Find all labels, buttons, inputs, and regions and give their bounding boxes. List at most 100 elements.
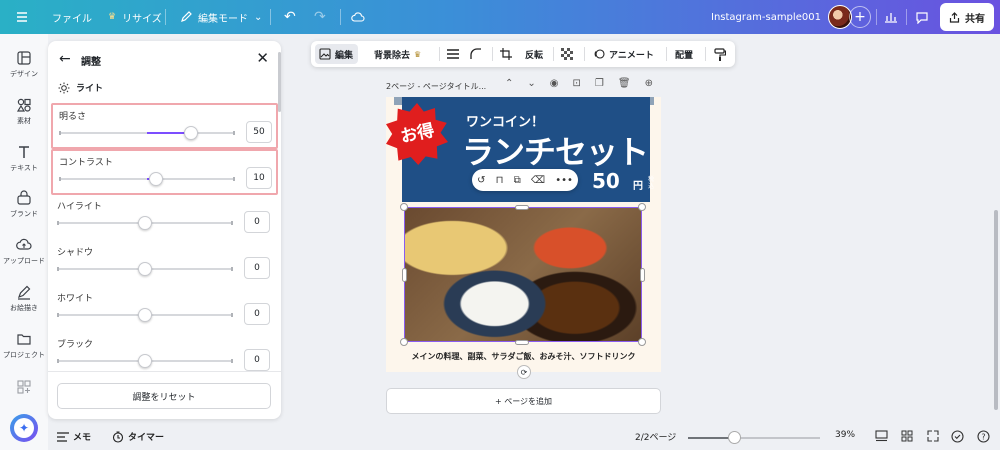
page-count[interactable]: 2/2ページ (635, 430, 676, 443)
position-button[interactable]: 配置 (675, 41, 693, 67)
lunch-photo[interactable] (404, 207, 642, 342)
adjust-slider[interactable] (57, 308, 233, 322)
insights-icon[interactable] (884, 0, 898, 34)
file-menu-label: ファイル (52, 13, 92, 25)
document-title[interactable]: Instagram-sample001 (711, 0, 821, 34)
notes-button[interactable]: メモ (57, 430, 91, 443)
rail-item-draw[interactable]: お絵描き (0, 284, 48, 313)
comment-icon[interactable] (915, 0, 929, 34)
adjust-value-input[interactable]: 0 (244, 257, 270, 279)
edit-mode-menu[interactable]: 編集モード ⌄ (180, 0, 262, 34)
resize-handle[interactable] (515, 205, 529, 210)
rail-item-design[interactable]: デザイン (0, 50, 48, 79)
timer-button[interactable]: タイマー (112, 430, 164, 443)
corner-radius-icon[interactable] (470, 41, 482, 67)
adjust-slider[interactable] (59, 126, 235, 140)
rail-item-apps[interactable] (0, 379, 48, 395)
resize-handle[interactable] (400, 338, 408, 346)
redo-icon[interactable]: ↷ (314, 0, 326, 34)
add-page-button[interactable]: + ページを追加 (386, 388, 661, 414)
border-style-icon[interactable] (447, 41, 459, 67)
adjust-slider-knob[interactable] (138, 262, 152, 276)
resize-handle[interactable] (400, 203, 408, 211)
close-icon[interactable]: ✕ (256, 49, 269, 67)
lunch-set-headline[interactable]: ランチセット (462, 127, 649, 173)
resize-handle[interactable] (515, 340, 529, 345)
resize-handle[interactable] (402, 268, 407, 282)
lock-icon[interactable]: ⊓ (496, 175, 504, 186)
resize-handle[interactable] (638, 338, 646, 346)
transparency-icon[interactable] (561, 41, 573, 67)
undo-icon[interactable]: ↶ (284, 0, 296, 34)
page-count-text: 2/2ページ (635, 433, 677, 443)
reset-adjustments-button[interactable]: 調整をリセット (57, 383, 271, 409)
magic-assistant-button[interactable]: ✦ (10, 414, 38, 442)
rail-item-projects[interactable]: プロジェクト (0, 331, 48, 360)
hamburger-icon[interactable] (16, 0, 28, 34)
share-button[interactable]: 共有 (940, 3, 994, 31)
adjust-slider-knob[interactable] (138, 216, 152, 230)
check-icon[interactable] (951, 430, 964, 446)
adjust-row: シャドウ 0 (51, 241, 278, 287)
edit-image-button[interactable]: 編集 (319, 41, 353, 67)
adjust-value-input[interactable]: 50 (246, 121, 272, 143)
cloud-sync-icon[interactable] (351, 0, 365, 34)
comment-add-icon[interactable]: ↺ (477, 175, 485, 186)
adjust-slider-knob[interactable] (138, 354, 152, 368)
file-menu[interactable]: ファイル (52, 0, 92, 34)
help-icon[interactable]: ? (977, 430, 990, 446)
add-collaborator-icon[interactable]: + (849, 6, 871, 28)
paint-roller-icon[interactable] (714, 41, 726, 67)
lock-icon[interactable]: ⊡ (573, 78, 581, 94)
adjust-value-input[interactable]: 0 (244, 303, 270, 325)
grid-view-icon[interactable] (901, 430, 913, 445)
trash-icon[interactable]: 🗑 (618, 78, 631, 94)
resize-handle[interactable] (638, 203, 646, 211)
canvas-scrollbar[interactable] (994, 210, 998, 410)
crop-icon[interactable] (500, 41, 512, 67)
rail-item-text[interactable]: テキスト (0, 144, 48, 173)
adjust-value-input[interactable]: 0 (244, 349, 270, 371)
adjust-slider[interactable] (59, 172, 235, 186)
back-arrow-icon[interactable]: ← (59, 51, 71, 67)
adjust-slider-knob[interactable] (149, 172, 163, 186)
tax-included-text: 税込 (648, 176, 655, 190)
more-icon[interactable]: ••• (555, 175, 573, 186)
resize-menu[interactable]: ♛ リサイズ (108, 0, 162, 34)
rail-item-brand[interactable]: ブランド (0, 190, 48, 219)
trash-icon[interactable]: ⌫ (531, 175, 545, 186)
zoom-level[interactable]: 39% (835, 430, 855, 440)
menu-caption[interactable]: メインの料理、副菜、サラダご飯、おみそ汁、ソフトドリンク (386, 351, 661, 362)
adjust-slider-knob[interactable] (184, 126, 198, 140)
chevron-up-icon[interactable]: ⌃ (505, 78, 513, 94)
bg-remove-button[interactable]: 背景除去 ♛ (374, 41, 421, 67)
adjust-slider-knob[interactable] (138, 308, 152, 322)
adjust-slider[interactable] (57, 262, 233, 276)
page-view-icon[interactable] (875, 430, 888, 445)
eye-icon[interactable]: ◉ (550, 78, 559, 94)
context-toolbar: 編集 背景除去 ♛ 反転 アニメート 配置 (311, 41, 735, 67)
rail-item-elements[interactable]: 素材 (0, 97, 48, 126)
adjust-slider[interactable] (57, 216, 233, 230)
flip-button[interactable]: 反転 (525, 41, 543, 67)
zoom-slider-knob[interactable] (728, 431, 741, 444)
zoom-slider[interactable] (688, 431, 820, 444)
adjust-value-input[interactable]: 10 (246, 167, 272, 189)
adjust-value-input[interactable]: 0 (244, 211, 270, 233)
fullscreen-icon[interactable] (927, 430, 939, 445)
adjust-slider[interactable] (57, 354, 233, 368)
draw-icon (17, 285, 31, 300)
rail-item-upload[interactable]: アップロード (0, 237, 48, 266)
price-text[interactable]: 50 (592, 169, 620, 193)
animate-button[interactable]: アニメート (593, 41, 654, 67)
rotate-icon[interactable]: ⟳ (517, 365, 531, 379)
animate-icon (594, 49, 605, 59)
resize-handle[interactable] (640, 268, 645, 282)
chevron-down-icon[interactable]: ⌄ (527, 78, 535, 94)
design-canvas[interactable]: ワンコイン！ ランチセット 50 円 税込 お得 ↺ ⊓ ⧉ ⌫ ••• メイン… (386, 97, 661, 372)
rail-label-elements: 素材 (17, 117, 31, 125)
duplicate-icon[interactable]: ❐ (595, 78, 604, 94)
add-page-icon[interactable]: ⊕ (645, 78, 653, 94)
duplicate-icon[interactable]: ⧉ (514, 175, 521, 186)
panel-scrollbar[interactable] (278, 52, 281, 112)
